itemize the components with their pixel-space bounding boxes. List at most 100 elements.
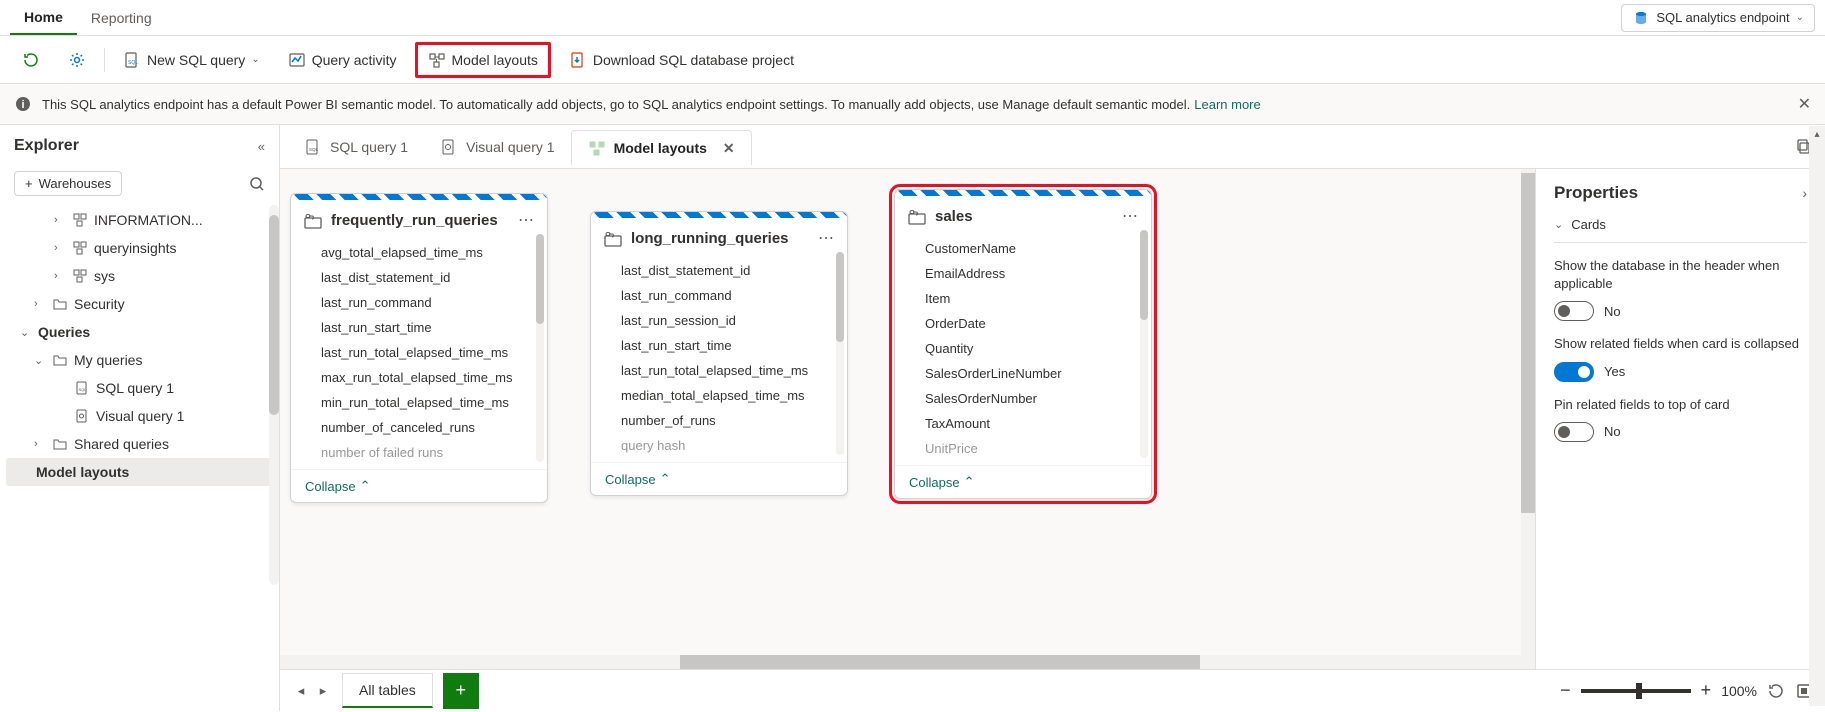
field-item[interactable]: SalesOrderLineNumber [895,361,1151,386]
ctab-label: Visual query 1 [466,139,554,155]
table-card-frequently-run-queries[interactable]: frequently_run_queries ⋯ avg_total_elaps… [290,193,548,503]
field-item[interactable]: query hash [591,433,847,458]
tree-item-security[interactable]: › Security [6,290,273,318]
toggle-show-related[interactable] [1554,362,1594,382]
tree-item-queries[interactable]: ⌄ Queries [6,318,273,346]
scrollbar-thumb[interactable] [680,655,1200,669]
more-icon[interactable]: ⋯ [818,228,835,248]
more-icon[interactable]: ⋯ [1122,206,1139,226]
query-activity-button[interactable]: Query activity [278,45,407,75]
settings-button[interactable] [58,45,96,75]
card-scrollbar[interactable] [836,252,844,455]
learn-more-link[interactable]: Learn more [1194,97,1260,112]
tree-item-shared-queries[interactable]: › Shared queries [6,430,273,458]
field-item[interactable]: SalesOrderNumber [895,386,1151,411]
field-item[interactable]: Item [895,286,1151,311]
scrollbar-thumb[interactable] [836,252,844,342]
field-item[interactable]: avg_total_elapsed_time_ms [291,240,547,265]
field-item[interactable]: last_run_start_time [591,333,847,358]
endpoint-dropdown[interactable]: SQL analytics endpoint ⌄ [1621,4,1815,32]
table-card-long-running-queries[interactable]: long_running_queries ⋯ last_dist_stateme… [590,211,848,496]
zoom-in-icon[interactable]: + [1701,680,1712,701]
properties-header: Properties › [1554,183,1807,203]
ctab-sql-query-1[interactable]: SQL SQL query 1 [288,130,424,164]
ctab-visual-query-1[interactable]: Visual query 1 [424,130,570,164]
tab-reporting[interactable]: Reporting [77,0,166,35]
canvas-vertical-scrollbar[interactable] [1521,169,1535,669]
cards-section-header[interactable]: ⌄ Cards [1554,203,1807,243]
field-item[interactable]: last_run_start_time [291,315,547,340]
nav-prev-icon[interactable]: ◂ [292,682,310,700]
explorer-title: Explorer [14,137,79,155]
field-item[interactable]: last_run_command [291,290,547,315]
scrollbar-thumb[interactable] [269,215,279,415]
field-item[interactable]: Quantity [895,336,1151,361]
download-project-button[interactable]: Download SQL database project [559,45,804,75]
field-item[interactable]: min_run_total_elapsed_time_ms [291,390,547,415]
table-name: frequently_run_queries [331,212,510,229]
field-item[interactable]: number of failed runs [291,440,547,465]
add-warehouses-button[interactable]: + Warehouses [14,171,122,196]
ctab-model-layouts[interactable]: Model layouts ✕ [571,130,752,165]
card-scrollbar[interactable] [1140,230,1148,458]
reset-zoom-icon[interactable] [1767,682,1785,700]
svg-text:SQL: SQL [309,147,319,152]
tree-item-queryinsights[interactable]: › queryinsights [6,234,273,262]
field-item[interactable]: last_run_total_elapsed_time_ms [291,340,547,365]
info-bar: i This SQL analytics endpoint has a defa… [0,84,1825,125]
scrollbar-thumb[interactable] [1140,230,1148,320]
scrollbar-thumb[interactable] [536,234,544,324]
toggle-pin-related[interactable] [1554,422,1594,442]
scrollbar-thumb[interactable] [1521,173,1535,513]
field-item[interactable]: last_run_session_id [591,308,847,333]
zoom-out-icon[interactable]: − [1560,680,1571,701]
field-item[interactable]: last_dist_statement_id [591,258,847,283]
close-icon[interactable]: ✕ [1798,94,1811,114]
field-item[interactable]: CustomerName [895,236,1151,261]
tree-item-model-layouts[interactable]: Model layouts [6,458,273,486]
scroll-up-icon[interactable]: ▴ [1809,126,1825,142]
tree-item-visual-query-1[interactable]: Visual query 1 [6,402,273,430]
field-item[interactable]: last_run_command [591,283,847,308]
slider-thumb[interactable] [1636,683,1642,699]
right-ribbon-scrollbar[interactable]: ▴ [1809,126,1825,706]
collapse-explorer-icon[interactable]: « [258,139,265,154]
more-icon[interactable]: ⋯ [518,210,535,230]
tree-item-information[interactable]: › INFORMATION... [6,206,273,234]
model-canvas[interactable]: frequently_run_queries ⋯ avg_total_elaps… [280,169,1535,669]
folder-icon [52,353,68,367]
tree-item-sql-query-1[interactable]: SQL SQL query 1 [6,374,273,402]
collapse-button[interactable]: Collapse ⌃ [291,469,547,502]
expand-icon[interactable]: › [1802,185,1807,201]
field-item[interactable]: number_of_canceled_runs [291,415,547,440]
new-sql-query-button[interactable]: SQL New SQL query ⌄ [113,45,270,75]
toggle-show-database[interactable] [1554,301,1594,321]
table-card-sales[interactable]: sales ⋯ CustomerName EmailAddress Item O… [894,189,1152,499]
tab-home[interactable]: Home [10,0,77,35]
canvas-horizontal-scrollbar[interactable] [280,655,1521,669]
field-item[interactable]: number_of_runs [591,408,847,433]
model-layouts-button[interactable]: Model layouts [415,42,551,78]
zoom-slider[interactable] [1581,689,1691,693]
tree-item-sys[interactable]: › sys [6,262,273,290]
add-layout-button[interactable]: + [443,673,479,709]
canvas-wrap: frequently_run_queries ⋯ avg_total_elaps… [280,169,1825,669]
all-tables-tab[interactable]: All tables [342,673,433,708]
collapse-button[interactable]: Collapse ⌃ [895,465,1151,498]
collapse-button[interactable]: Collapse ⌃ [591,462,847,495]
card-scrollbar[interactable] [536,234,544,462]
field-item[interactable]: median_total_elapsed_time_ms [591,383,847,408]
close-tab-icon[interactable]: ✕ [723,140,735,157]
field-item[interactable]: last_dist_statement_id [291,265,547,290]
field-item[interactable]: max_run_total_elapsed_time_ms [291,365,547,390]
tree-item-my-queries[interactable]: ⌄ My queries [6,346,273,374]
field-item[interactable]: last_run_total_elapsed_time_ms [591,358,847,383]
field-item[interactable]: UnitPrice [895,436,1151,461]
field-item[interactable]: TaxAmount [895,411,1151,436]
search-icon[interactable] [249,176,265,192]
field-item[interactable]: OrderDate [895,311,1151,336]
explorer-scrollbar[interactable] [269,205,279,585]
refresh-button[interactable] [12,45,50,75]
nav-next-icon[interactable]: ▸ [314,682,332,700]
field-item[interactable]: EmailAddress [895,261,1151,286]
